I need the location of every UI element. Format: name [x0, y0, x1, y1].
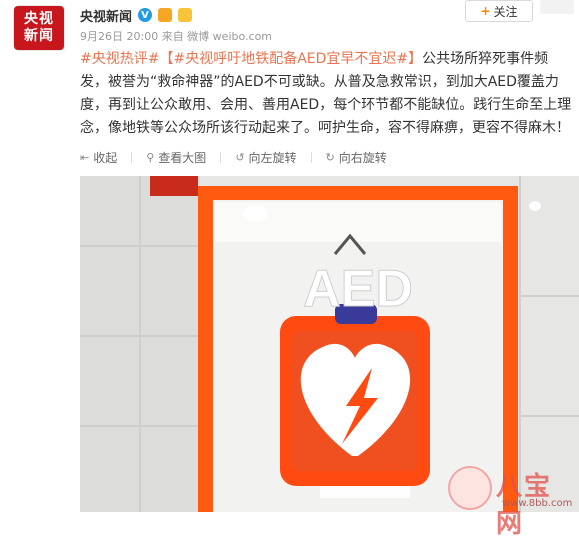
avatar[interactable]: 央视 新闻 — [14, 6, 64, 50]
watermark-url: www.8bb.com — [502, 498, 573, 509]
divider — [310, 151, 312, 163]
fan-badge-icon — [178, 8, 193, 22]
post-text: #央视热评#【#央视呼吁地铁配备AED宜早不宜迟#】公共场所猝死事件频发，被誉为… — [80, 48, 574, 140]
post-image[interactable]: AED — [80, 176, 579, 512]
hashtag-link-2[interactable]: 【#央视呼吁地铁配备AED宜早不宜迟#】 — [159, 51, 422, 67]
rotate-right-icon: ↻ — [325, 150, 335, 164]
view-large-label: 查看大图 — [158, 150, 207, 165]
post-header: 央视 新闻 央视新闻 V 9月26日 20:00 来自 微博 weibo.com… — [0, 0, 579, 50]
divider — [131, 151, 133, 163]
collapse-label: 收起 — [93, 150, 118, 165]
rotate-left-label: 向左旋转 — [248, 150, 297, 165]
hashtag-link-1[interactable]: #央视热评# — [80, 51, 159, 67]
divider — [220, 151, 222, 163]
watermark: 八宝网 www.8bb.com — [448, 466, 572, 539]
more-options-button[interactable] — [540, 0, 574, 14]
member-icon — [158, 8, 173, 22]
search-icon: ⚲ — [146, 150, 155, 164]
rotate-left-button[interactable]: ↺ 向左旋转 — [235, 149, 296, 166]
collapse-button[interactable]: ⇤ 收起 — [80, 149, 117, 166]
post-meta: 9月26日 20:00 来自 微博 weibo.com — [80, 30, 273, 43]
chevron-up-icon: ⇤ — [80, 150, 90, 164]
plus-icon: + — [480, 4, 491, 18]
mascot-icon — [448, 466, 492, 510]
rotate-right-label: 向右旋转 — [338, 150, 387, 165]
verified-icon: V — [138, 8, 153, 22]
rotate-left-icon: ↺ — [235, 150, 245, 164]
image-toolbar: ⇤ 收起 ⚲ 查看大图 ↺ 向左旋转 ↻ 向右旋转 — [80, 145, 387, 169]
follow-button[interactable]: + 关注 — [465, 0, 533, 22]
rotate-right-button[interactable]: ↻ 向右旋转 — [326, 149, 387, 166]
author-row: 央视新闻 V — [80, 6, 193, 25]
follow-label: 关注 — [493, 4, 518, 19]
view-large-button[interactable]: ⚲ 查看大图 — [146, 149, 206, 166]
avatar-text-line1: 央视 — [24, 11, 54, 27]
avatar-text-line2: 新闻 — [24, 28, 54, 44]
aed-text: AED — [303, 260, 413, 318]
author-name[interactable]: 央视新闻 — [80, 6, 132, 25]
aed-cabinet-photo: AED — [80, 176, 579, 512]
